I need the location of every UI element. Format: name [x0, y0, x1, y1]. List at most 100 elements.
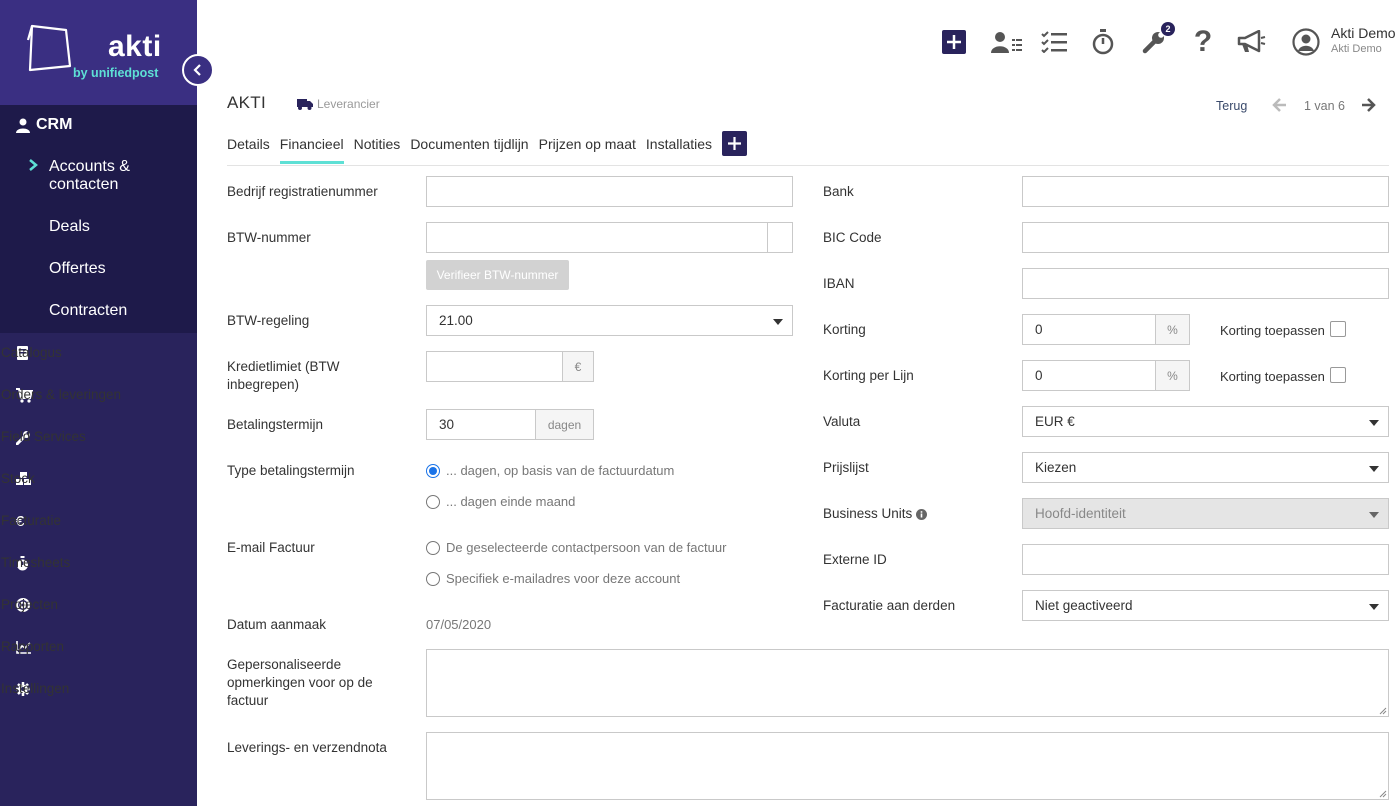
user-avatar[interactable]: [1292, 28, 1320, 56]
account-type: Leverancier: [297, 97, 380, 111]
sidebar-item-deals[interactable]: Deals: [49, 218, 90, 236]
discount-label: Korting: [823, 322, 866, 337]
tasks-button[interactable]: [1041, 28, 1067, 56]
term-type-option-invoice-date[interactable]: ... dagen, op basis van de factuurdatum: [426, 463, 674, 478]
reg-number-label: Bedrijf registratienummer: [227, 184, 378, 199]
bank-label: Bank: [823, 184, 854, 199]
iban-input[interactable]: [1022, 268, 1389, 299]
contacts-list-button[interactable]: [991, 28, 1023, 56]
chevron-down-icon: [1369, 466, 1379, 472]
line-discount-label: Korting per Lijn: [823, 368, 914, 383]
timer-button[interactable]: [1092, 28, 1114, 56]
sidebar-item-orders[interactable]: Orders & leveringen: [0, 374, 197, 416]
line-discount-input[interactable]: 0: [1022, 360, 1156, 391]
sidebar-item-contracten[interactable]: Contracten: [49, 302, 127, 320]
tab-financieel[interactable]: Financieel: [279, 128, 344, 164]
payment-term-label: Betalingstermijn: [227, 417, 324, 432]
created-date-value: 07/05/2020: [426, 617, 492, 632]
verify-vat-button[interactable]: Verifieer BTW-nummer: [426, 260, 569, 290]
tools-button[interactable]: 2: [1141, 22, 1175, 56]
sidebar-item-timesheets[interactable]: Timesheets: [0, 542, 197, 584]
chevron-right-icon: [29, 159, 38, 171]
pricelist-select[interactable]: Kiezen: [1022, 452, 1389, 483]
vat-country-addon[interactable]: [767, 222, 793, 253]
apply-discount-checkbox[interactable]: [1330, 321, 1346, 337]
radio-unchecked[interactable]: [426, 494, 440, 509]
akti-logo-icon: [26, 24, 72, 72]
email-option-contact[interactable]: De geselecteerde contactpersoon van de f…: [426, 540, 726, 555]
sidebar-item-crm[interactable]: CRM: [0, 105, 197, 145]
add-tab-button[interactable]: [722, 131, 748, 156]
apply-line-discount-label: Korting toepassen: [1220, 369, 1325, 384]
apply-line-discount-checkbox[interactable]: [1330, 367, 1346, 383]
credit-limit-label: Kredietlimiet (BTW inbegrepen): [227, 359, 340, 392]
sidebar-item-facturatie[interactable]: € Facturatie: [0, 500, 197, 542]
vat-number-input[interactable]: [426, 222, 768, 253]
radio-unchecked[interactable]: [426, 540, 440, 555]
iban-label: IBAN: [823, 276, 855, 291]
apply-discount-label: Korting toepassen: [1220, 323, 1325, 338]
sidebar-item-offertes[interactable]: Offertes: [49, 260, 106, 278]
tab-details[interactable]: Details: [227, 128, 270, 164]
tab-divider: [227, 165, 1389, 166]
currency-select[interactable]: EUR €: [1022, 406, 1389, 437]
payment-term-type-label: Type betalingstermijn: [227, 463, 355, 478]
checklist-icon: [1041, 31, 1067, 53]
sidebar-item-catalogus[interactable]: Catalogus: [0, 332, 197, 374]
radio-unchecked[interactable]: [426, 571, 440, 586]
resize-handle-icon[interactable]: [1377, 705, 1387, 715]
chevron-down-icon: [1369, 420, 1379, 426]
third-party-billing-select[interactable]: Niet geactiveerd: [1022, 590, 1389, 621]
plus-icon: [728, 137, 742, 150]
next-arrow-icon[interactable]: [1360, 97, 1376, 113]
invoice-remarks-label: Gepersonaliseerde opmerkingen voor op de…: [227, 657, 373, 708]
tab-prijzen-op-maat[interactable]: Prijzen op maat: [539, 128, 636, 164]
sidebar-item-instellingen[interactable]: Instellingen: [0, 668, 197, 710]
collapse-sidebar-button[interactable]: [182, 54, 214, 86]
tab-bar: Details Financieel Notities Documenten t…: [227, 128, 748, 166]
delivery-note-textarea[interactable]: [426, 732, 1389, 800]
business-units-label: Business Units: [823, 505, 928, 523]
bic-input[interactable]: [1022, 222, 1389, 253]
sidebar-item-accounts[interactable]: Accounts & contacten: [49, 158, 130, 194]
tab-documenten-tijdlijn[interactable]: Documenten tijdlijn: [410, 128, 528, 164]
invoice-remarks-textarea[interactable]: [426, 649, 1389, 717]
currency-label: Valuta: [823, 414, 861, 429]
bank-input[interactable]: [1022, 176, 1389, 207]
prev-arrow-icon[interactable]: [1272, 97, 1288, 113]
truck-icon: [297, 98, 313, 110]
user-icon: [16, 118, 36, 133]
sidebar-item-stock[interactable]: Stock: [0, 458, 197, 500]
announcements-button[interactable]: [1237, 28, 1267, 56]
help-button[interactable]: ?: [1193, 27, 1213, 57]
quick-add-button[interactable]: [942, 28, 966, 56]
back-link[interactable]: Terug: [1216, 99, 1247, 113]
sidebar-item-field-services[interactable]: Field Services: [0, 416, 197, 458]
third-party-billing-label: Facturatie aan derden: [823, 598, 956, 613]
logo-text: akti: [108, 30, 162, 63]
pager-label: 1 van 6: [1304, 99, 1346, 113]
credit-limit-input[interactable]: [426, 351, 563, 382]
user-name[interactable]: Akti Demo: [1331, 25, 1396, 41]
radio-checked[interactable]: [426, 463, 440, 478]
sidebar-item-rapporten[interactable]: Rapporten: [0, 626, 197, 668]
payment-term-input[interactable]: 30: [426, 409, 536, 440]
discount-input[interactable]: 0: [1022, 314, 1156, 345]
reg-number-input[interactable]: [426, 176, 793, 207]
resize-handle-icon[interactable]: [1377, 788, 1387, 798]
term-type-option-end-of-month[interactable]: ... dagen einde maand: [426, 494, 575, 509]
business-units-select: Hoofd-identiteit: [1022, 498, 1389, 529]
sidebar-item-projecten[interactable]: Projecten: [0, 584, 197, 626]
tab-installaties[interactable]: Installaties: [646, 128, 712, 164]
email-option-specific[interactable]: Specifiek e-mailadres voor deze account: [426, 571, 680, 586]
tab-notities[interactable]: Notities: [354, 128, 401, 164]
info-icon[interactable]: [916, 508, 928, 520]
notification-badge: 2: [1161, 22, 1175, 36]
plus-square-icon: [942, 30, 966, 54]
currency-addon: €: [562, 351, 594, 382]
vat-regime-select[interactable]: 21.00: [426, 305, 793, 336]
external-id-input[interactable]: [1022, 544, 1389, 575]
logo-area: akti by unifiedpost: [0, 0, 197, 105]
stopwatch-icon: [1092, 29, 1114, 55]
percent-addon: %: [1155, 314, 1190, 345]
